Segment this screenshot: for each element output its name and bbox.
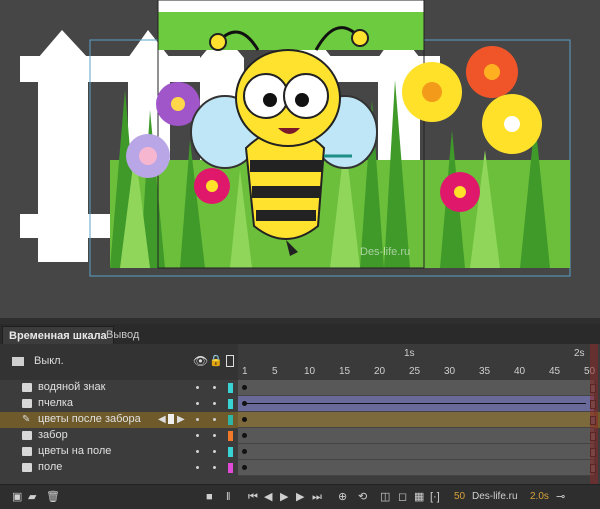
footer-watermark: Des-life.ru: [472, 491, 518, 502]
ruler-frame: 15: [339, 366, 351, 377]
stage-canvas[interactable]: Des-life.ru: [0, 0, 600, 318]
keyframe-toggle-icon[interactable]: [168, 414, 174, 424]
edit-multiple-icon[interactable]: ▦: [414, 491, 424, 503]
tab-timeline[interactable]: Временная шкала: [2, 326, 114, 345]
step-forward-icon[interactable]: ▶: [296, 491, 304, 503]
keyframe[interactable]: [242, 385, 247, 390]
tween-arrow-line: [246, 403, 586, 404]
visibility-dot[interactable]: [196, 450, 199, 453]
separator-icon: ‖: [226, 491, 231, 503]
lock-dot[interactable]: [213, 450, 216, 453]
prev-keyframe-icon[interactable]: ◀: [158, 414, 166, 425]
layer-icon: [22, 431, 32, 440]
layer-frames[interactable]: [238, 444, 594, 460]
layer-row-field[interactable]: поле: [0, 460, 600, 476]
keyframe[interactable]: [242, 449, 247, 454]
frame-ruler[interactable]: 1s 2s 1 5 10 15 20 25 30 35 40 45 50: [238, 344, 600, 380]
lock-dot[interactable]: [213, 418, 216, 421]
timeline-footer: ▣ ▰ 🗑 ■ ‖ ⏮ ◀ ▶ ▶ ⏭ ⊕ ⟲ ◫ ◻ ▦ [·] 50 Des…: [0, 484, 600, 509]
layer-icon: [22, 399, 32, 408]
ruler-frame: 30: [444, 366, 456, 377]
layer-icon: [22, 447, 32, 456]
next-keyframe-icon[interactable]: ▶: [177, 414, 185, 425]
layer-color-swatch[interactable]: [228, 415, 233, 425]
layer-name[interactable]: забор: [38, 429, 68, 441]
layer-color-swatch[interactable]: [228, 431, 233, 441]
first-frame-icon[interactable]: ⏮: [248, 491, 258, 503]
layer-name[interactable]: пчелка: [38, 397, 73, 409]
visibility-dot[interactable]: [196, 402, 199, 405]
center-frame-icon[interactable]: ⊕: [338, 491, 347, 503]
layer-tween-span[interactable]: [238, 396, 594, 412]
lock-dot[interactable]: [213, 434, 216, 437]
pencil-icon: ✎: [22, 414, 31, 425]
timeline-panel: Временная шкала Вывод Выкл. 👁 🔒 1s 2s 1 …: [0, 324, 600, 509]
playhead[interactable]: [590, 344, 598, 498]
ruler-frame: 10: [304, 366, 316, 377]
onion-outline-icon[interactable]: ◻: [398, 491, 407, 503]
visibility-dot[interactable]: [196, 466, 199, 469]
ruler-second-2: 2s: [574, 348, 585, 359]
onion-skin-icon[interactable]: ◫: [380, 491, 390, 503]
layer-icon: [22, 383, 32, 392]
ruler-frame: 45: [549, 366, 561, 377]
ruler-second-1: 1s: [404, 348, 415, 359]
layer-color-swatch[interactable]: [228, 399, 233, 409]
ruler-frame: 40: [514, 366, 526, 377]
lock-dot[interactable]: [213, 386, 216, 389]
lock-dot[interactable]: [213, 466, 216, 469]
layer-color-swatch[interactable]: [228, 383, 233, 393]
panel-tabs: Временная шкала Вывод: [0, 324, 600, 345]
tab-output[interactable]: Вывод: [100, 326, 145, 344]
visibility-dot[interactable]: [196, 434, 199, 437]
layer-row-watermark[interactable]: водяной знак: [0, 380, 600, 396]
layer-frames[interactable]: [238, 380, 594, 396]
keyframe[interactable]: [242, 433, 247, 438]
stage-artwork: [20, 0, 571, 277]
elapsed-time[interactable]: 2.0s: [530, 491, 549, 502]
layer-color-swatch[interactable]: [228, 463, 233, 473]
ruler-frame: 20: [374, 366, 386, 377]
layer-name[interactable]: цветы на поле: [38, 445, 111, 457]
layer-row-fence[interactable]: забор: [0, 428, 600, 444]
layer-mode-icon[interactable]: [12, 357, 24, 366]
delete-icon[interactable]: 🗑: [46, 491, 60, 503]
step-back-icon[interactable]: ◀: [264, 491, 272, 503]
layer-icon: [22, 463, 32, 472]
new-folder-icon[interactable]: ▰: [28, 491, 36, 503]
camera-icon[interactable]: ■: [206, 491, 213, 503]
layer-name[interactable]: цветы после забора: [38, 413, 141, 425]
visibility-dot[interactable]: [196, 418, 199, 421]
play-icon[interactable]: ▶: [280, 491, 288, 503]
current-frame[interactable]: 50: [454, 491, 465, 502]
stage-watermark: Des-life.ru: [360, 246, 411, 258]
layer-frames[interactable]: [238, 412, 594, 428]
ruler-frame: 5: [272, 366, 278, 377]
layer-row-bee[interactable]: пчелка: [0, 396, 600, 412]
layer-row-flowers-after-fence[interactable]: ✎ цветы после забора ◀ ▶: [0, 412, 600, 428]
loop-icon[interactable]: ⟲: [358, 491, 367, 503]
zoom-slider-icon[interactable]: ⊸: [556, 491, 565, 503]
lock-dot[interactable]: [213, 402, 216, 405]
ruler-frame: 35: [479, 366, 491, 377]
layer-color-swatch[interactable]: [228, 447, 233, 457]
ruler-frame: 1: [242, 366, 248, 377]
layer-frames[interactable]: [238, 460, 594, 476]
last-frame-icon[interactable]: ⏭: [312, 491, 322, 503]
outline-icon[interactable]: [226, 355, 234, 367]
onion-markers-icon[interactable]: [·]: [430, 491, 440, 503]
keyframe[interactable]: [242, 465, 247, 470]
keyframe[interactable]: [242, 417, 247, 422]
visibility-dot[interactable]: [196, 386, 199, 389]
eye-icon[interactable]: 👁: [193, 354, 208, 368]
layer-row-flowers-on-field[interactable]: цветы на поле: [0, 444, 600, 460]
off-label[interactable]: Выкл.: [34, 355, 64, 367]
layer-name[interactable]: поле: [38, 461, 62, 473]
new-layer-icon[interactable]: ▣: [12, 491, 22, 503]
keyframe[interactable]: [242, 401, 247, 406]
lock-icon[interactable]: 🔒: [209, 354, 223, 367]
ruler-frame: 25: [409, 366, 421, 377]
layer-frames[interactable]: [238, 428, 594, 444]
layer-name[interactable]: водяной знак: [38, 381, 105, 393]
